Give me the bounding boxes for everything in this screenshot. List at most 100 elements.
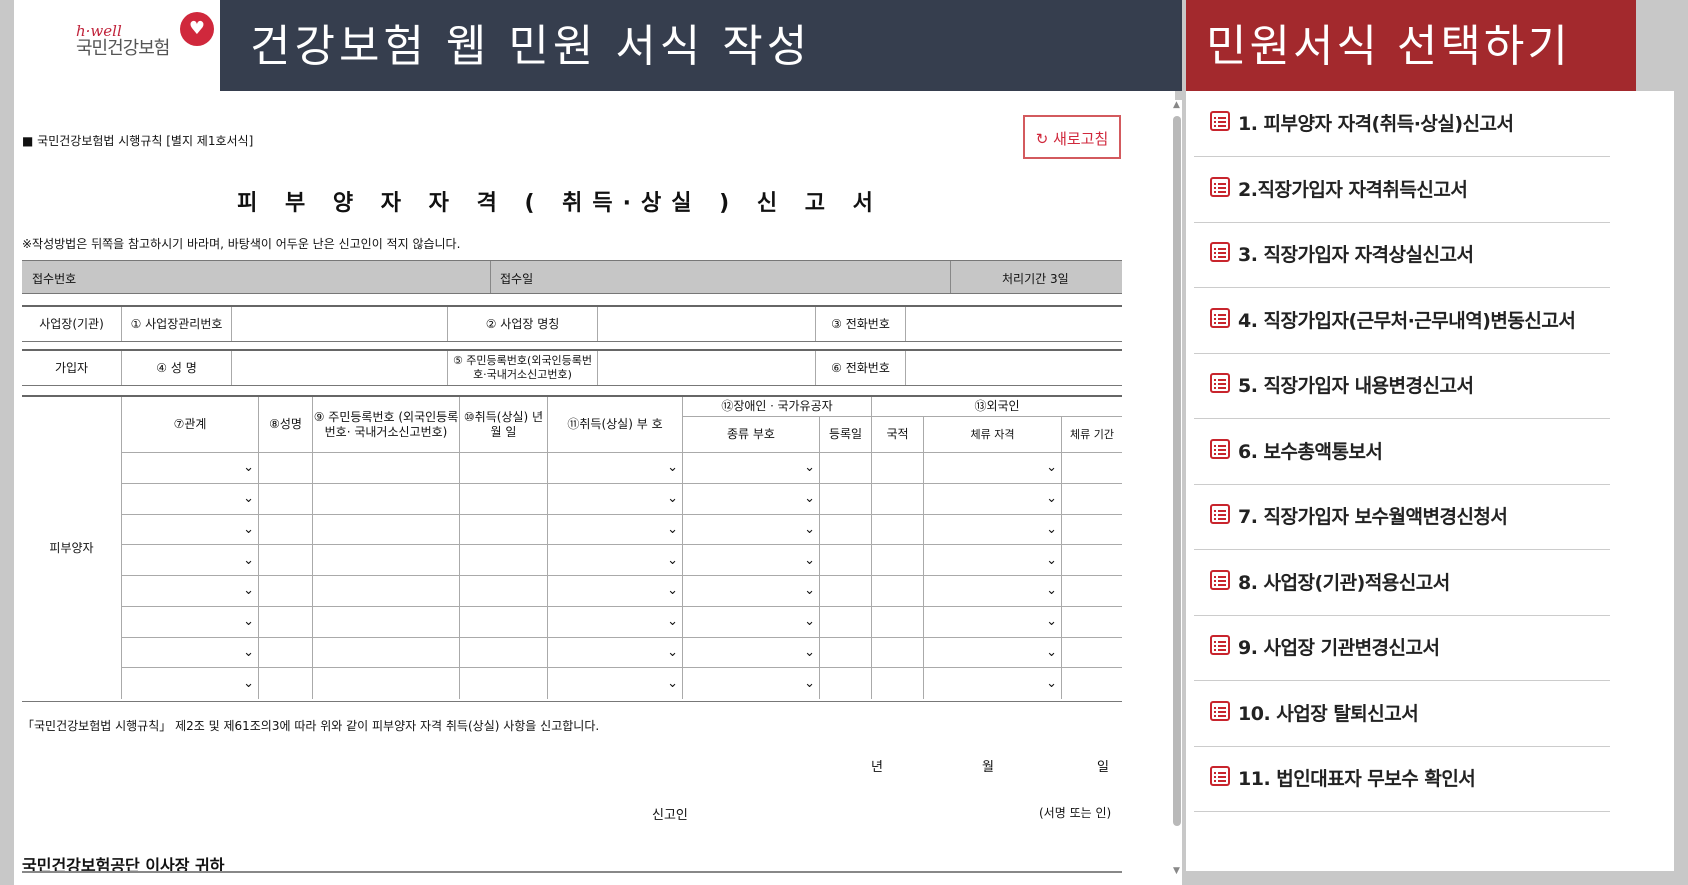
- dependent-select[interactable]: ⌄: [924, 637, 1062, 669]
- dependent-input[interactable]: [460, 576, 548, 607]
- dependent-input[interactable]: [820, 514, 872, 546]
- dependent-input[interactable]: [1062, 484, 1122, 515]
- dependent-input[interactable]: [1062, 607, 1122, 638]
- dependent-input[interactable]: [460, 606, 548, 638]
- dependent-input[interactable]: [460, 637, 548, 669]
- dependent-input[interactable]: [872, 576, 924, 607]
- menu-item[interactable]: 1. 피부양자 자격(취득·상실)신고서: [1194, 91, 1610, 157]
- dependent-input[interactable]: [259, 668, 313, 699]
- dependent-input[interactable]: [820, 483, 872, 515]
- dependent-select[interactable]: ⌄: [683, 637, 820, 669]
- dependent-select[interactable]: ⌄: [122, 668, 259, 699]
- dependent-input[interactable]: [460, 453, 548, 484]
- dependent-select[interactable]: ⌄: [122, 576, 259, 607]
- dependent-select[interactable]: ⌄: [924, 453, 1062, 484]
- dependent-input[interactable]: [872, 637, 924, 669]
- subscriber-rrn-input[interactable]: [598, 351, 816, 385]
- dependent-input[interactable]: [820, 668, 872, 699]
- dependent-select[interactable]: ⌄: [122, 514, 259, 546]
- nhis-logo[interactable]: h·well 국민건강보험 ♥: [76, 12, 214, 59]
- dependent-select[interactable]: ⌄: [548, 453, 683, 484]
- dependent-input[interactable]: [820, 545, 872, 576]
- dependent-input[interactable]: [259, 483, 313, 515]
- menu-item[interactable]: 5. 직장가입자 내용변경신고서: [1194, 353, 1610, 419]
- dependent-select[interactable]: ⌄: [122, 545, 259, 576]
- dependent-input[interactable]: [1062, 668, 1122, 699]
- menu-item[interactable]: 4. 직장가입자(근무처·근무내역)변동신고서: [1194, 288, 1610, 354]
- dependent-input[interactable]: [313, 545, 460, 576]
- dependent-select[interactable]: ⌄: [924, 668, 1062, 699]
- dependent-select[interactable]: ⌄: [122, 483, 259, 515]
- scroll-down-icon[interactable]: ▼: [1173, 866, 1180, 876]
- dependent-input[interactable]: [1062, 638, 1122, 669]
- dependent-input[interactable]: [820, 637, 872, 669]
- dependent-select[interactable]: ⌄: [122, 606, 259, 638]
- dependent-input[interactable]: [1062, 576, 1122, 607]
- dependent-input[interactable]: [1062, 545, 1122, 576]
- dependent-select[interactable]: ⌄: [683, 606, 820, 638]
- dependent-input[interactable]: [460, 483, 548, 515]
- scroll-up-icon[interactable]: ▲: [1173, 100, 1180, 110]
- dependent-input[interactable]: [1062, 453, 1122, 484]
- menu-item[interactable]: 6. 보수총액통보서: [1194, 419, 1610, 485]
- dependent-select[interactable]: ⌄: [683, 545, 820, 576]
- dependent-select[interactable]: ⌄: [548, 668, 683, 699]
- dependent-input[interactable]: [460, 545, 548, 576]
- menu-item[interactable]: 8. 사업장(기관)적용신고서: [1194, 550, 1610, 616]
- dependent-input[interactable]: [313, 483, 460, 515]
- dependent-select[interactable]: ⌄: [122, 453, 259, 484]
- dependent-select[interactable]: ⌄: [683, 453, 820, 484]
- menu-item[interactable]: 10. 사업장 탈퇴신고서: [1194, 681, 1610, 747]
- dependent-input[interactable]: [259, 514, 313, 546]
- dependent-input[interactable]: [259, 637, 313, 669]
- date-day[interactable]: 일: [1097, 756, 1109, 775]
- menu-item[interactable]: 7. 직장가입자 보수월액변경신청서: [1194, 484, 1610, 550]
- dependent-input[interactable]: [820, 576, 872, 607]
- dependent-input[interactable]: [259, 606, 313, 638]
- workplace-id-input[interactable]: [232, 307, 448, 341]
- menu-item[interactable]: 9. 사업장 기관변경신고서: [1194, 615, 1610, 681]
- dependent-input[interactable]: [820, 606, 872, 638]
- dependent-input[interactable]: [259, 545, 313, 576]
- dependent-select[interactable]: ⌄: [548, 637, 683, 669]
- dependent-select[interactable]: ⌄: [548, 483, 683, 515]
- dependent-select[interactable]: ⌄: [924, 606, 1062, 638]
- dependent-input[interactable]: [872, 545, 924, 576]
- date-year[interactable]: 년: [871, 756, 883, 775]
- dependent-select[interactable]: ⌄: [924, 576, 1062, 607]
- workplace-phone-input[interactable]: [906, 307, 1122, 341]
- dependent-select[interactable]: ⌄: [683, 483, 820, 515]
- dependent-select[interactable]: ⌄: [548, 514, 683, 546]
- dependent-input[interactable]: [460, 668, 548, 699]
- dependent-select[interactable]: ⌄: [548, 545, 683, 576]
- workplace-name-input[interactable]: [598, 307, 816, 341]
- dependent-input[interactable]: [313, 637, 460, 669]
- dependent-select[interactable]: ⌄: [683, 668, 820, 699]
- dependent-input[interactable]: [313, 514, 460, 546]
- dependent-select[interactable]: ⌄: [924, 514, 1062, 546]
- dependent-select[interactable]: ⌄: [683, 576, 820, 607]
- dependent-input[interactable]: [313, 576, 460, 607]
- dependent-select[interactable]: ⌄: [548, 606, 683, 638]
- refresh-button[interactable]: ↻ 새로고침: [1023, 115, 1121, 159]
- date-month[interactable]: 월: [982, 756, 994, 775]
- dependent-input[interactable]: [872, 606, 924, 638]
- menu-item[interactable]: 3. 직장가입자 자격상실신고서: [1194, 222, 1610, 288]
- dependent-input[interactable]: [313, 453, 460, 484]
- menu-item[interactable]: 2.직장가입자 자격취득신고서: [1194, 157, 1610, 223]
- dependent-input[interactable]: [872, 453, 924, 484]
- dependent-input[interactable]: [259, 576, 313, 607]
- scroll-thumb[interactable]: [1173, 116, 1181, 826]
- dependent-input[interactable]: [313, 606, 460, 638]
- menu-item[interactable]: 11. 법인대표자 무보수 확인서: [1194, 746, 1610, 812]
- dependent-input[interactable]: [313, 668, 460, 699]
- dependent-input[interactable]: [872, 514, 924, 546]
- dependent-input[interactable]: [872, 668, 924, 699]
- form-scrollbar[interactable]: ▲ ▼: [1172, 100, 1182, 885]
- dependent-input[interactable]: [460, 514, 548, 546]
- dependent-select[interactable]: ⌄: [683, 514, 820, 546]
- dependent-input[interactable]: [872, 483, 924, 515]
- subscriber-name-input[interactable]: [232, 351, 448, 385]
- dependent-select[interactable]: ⌄: [548, 576, 683, 607]
- subscriber-phone-input[interactable]: [906, 351, 1122, 385]
